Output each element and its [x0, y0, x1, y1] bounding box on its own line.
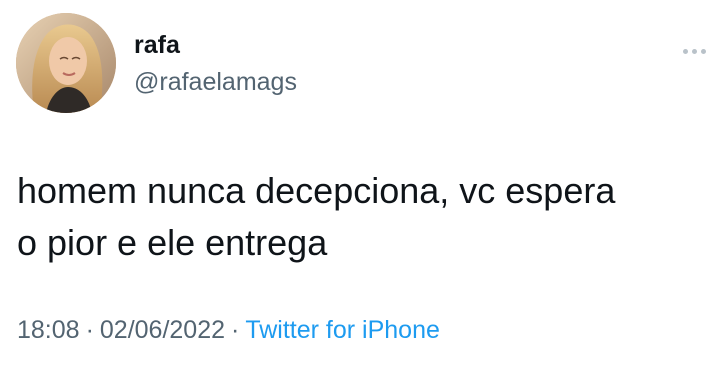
dot	[701, 48, 706, 54]
ellipsis-icon[interactable]	[683, 44, 719, 58]
tweet-text: homem nunca decepciona, vc espera o pior…	[17, 165, 707, 269]
tweet-time[interactable]: 18:08	[17, 316, 80, 344]
tweet-date[interactable]: 02/06/2022	[100, 316, 225, 344]
tweet-meta: 18:08 · 02/06/2022 · Twitter for iPhone	[17, 318, 440, 343]
dot	[692, 48, 697, 54]
tweet-text-line: o pior e ele entrega	[17, 222, 328, 263]
source-link[interactable]: Twitter for iPhone	[245, 316, 440, 344]
tweet-text-line: homem nunca decepciona, vc espera	[17, 170, 616, 211]
separator: ·	[231, 316, 240, 344]
user-handle[interactable]: @rafaelamags	[134, 70, 297, 95]
tweet-card: rafa @rafaelamags homem nunca decepciona…	[0, 0, 720, 365]
dot	[683, 48, 688, 54]
display-name[interactable]: rafa	[134, 33, 180, 58]
profile-photo-icon	[16, 13, 116, 113]
avatar[interactable]	[16, 13, 116, 113]
separator: ·	[85, 316, 94, 344]
